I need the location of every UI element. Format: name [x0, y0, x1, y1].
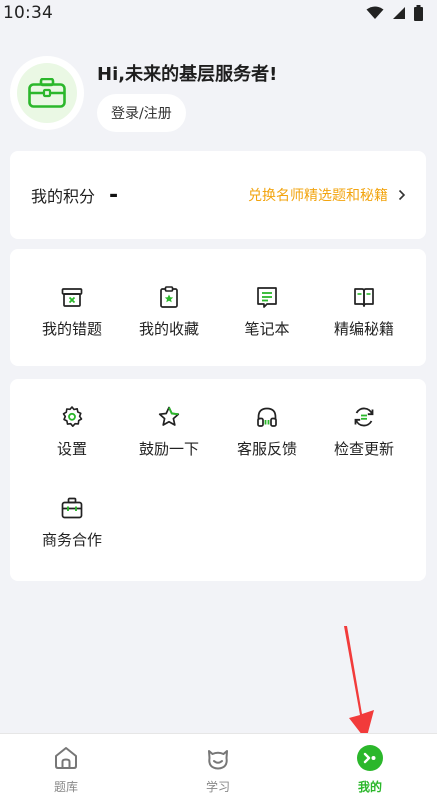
bottom-tab-bar: 题库 学习 我的 — [0, 733, 437, 798]
profile-header: Hi,未来的基层服务者! 登录/注册 — [10, 56, 430, 138]
avatar-inner — [17, 63, 77, 123]
points-label: 我的积分 — [31, 187, 96, 206]
tab-mine[interactable]: 我的 — [330, 744, 410, 795]
battery-icon — [414, 5, 423, 21]
login-register-button[interactable]: 登录/注册 — [97, 94, 186, 132]
settings-item-check-update[interactable]: 检查更新 — [314, 405, 414, 465]
status-bar: 10:34 — [0, 0, 437, 26]
settings-label: 商务合作 — [41, 531, 102, 549]
profile-icon — [357, 745, 383, 771]
refresh-update-icon — [352, 405, 376, 429]
tool-label: 笔记本 — [244, 320, 290, 338]
points-value: - — [109, 182, 119, 208]
study-face-icon — [208, 750, 228, 770]
tool-wrong-questions[interactable]: 我的错题 — [22, 285, 122, 345]
status-icons — [366, 5, 423, 21]
open-book-icon — [352, 285, 376, 309]
settings-label: 鼓励一下 — [138, 440, 199, 458]
tab-label: 我的 — [357, 780, 382, 794]
signal-icon — [393, 7, 405, 19]
settings-card: 设置 鼓励一下 客服反馈 检查更新 商务合作 — [10, 379, 426, 581]
tool-favorites[interactable]: 我的收藏 — [119, 285, 219, 345]
study-tools-card: 我的错题 我的收藏 笔记本 精编秘籍 — [10, 249, 426, 366]
greeting-text: Hi,未来的基层服务者! — [97, 64, 278, 85]
tab-label: 题库 — [53, 780, 78, 794]
settings-item-feedback[interactable]: 客服反馈 — [217, 405, 317, 465]
home-icon — [55, 747, 77, 769]
pointer-arrow-icon — [344, 626, 374, 740]
tool-label: 我的错题 — [41, 320, 102, 338]
status-time: 10:34 — [3, 3, 53, 23]
settings-item-settings[interactable]: 设置 — [22, 405, 122, 465]
tool-notebook[interactable]: 笔记本 — [217, 285, 317, 345]
star-icon — [157, 405, 181, 429]
tool-secret-guide[interactable]: 精编秘籍 — [314, 285, 414, 345]
settings-label: 设置 — [56, 440, 87, 458]
redeem-link-text: 兑换名师精选题和秘籍 — [248, 188, 388, 204]
avatar[interactable] — [10, 56, 84, 130]
settings-label: 客服反馈 — [236, 440, 297, 458]
tab-label: 学习 — [205, 780, 230, 794]
notebook-icon — [255, 285, 279, 309]
gear-icon — [60, 405, 84, 429]
briefcase-avatar-icon — [28, 78, 66, 108]
favorite-clipboard-icon — [157, 285, 181, 309]
chevron-right-icon — [398, 189, 406, 201]
points-summary: 我的积分 - — [31, 183, 118, 208]
redeem-link[interactable]: 兑换名师精选题和秘籍 — [248, 185, 406, 205]
settings-label: 检查更新 — [333, 440, 394, 458]
wifi-icon — [366, 6, 384, 19]
tab-study[interactable]: 学习 — [178, 744, 258, 795]
briefcase-icon — [60, 496, 84, 520]
settings-item-encourage[interactable]: 鼓励一下 — [119, 405, 219, 465]
settings-item-business[interactable]: 商务合作 — [22, 496, 122, 556]
points-card: 我的积分 - 兑换名师精选题和秘籍 — [10, 151, 426, 239]
wrong-question-box-icon — [60, 285, 84, 309]
tool-label: 精编秘籍 — [333, 320, 394, 338]
tool-label: 我的收藏 — [138, 320, 199, 338]
headphones-icon — [255, 405, 279, 429]
tab-question-bank[interactable]: 题库 — [26, 744, 106, 795]
